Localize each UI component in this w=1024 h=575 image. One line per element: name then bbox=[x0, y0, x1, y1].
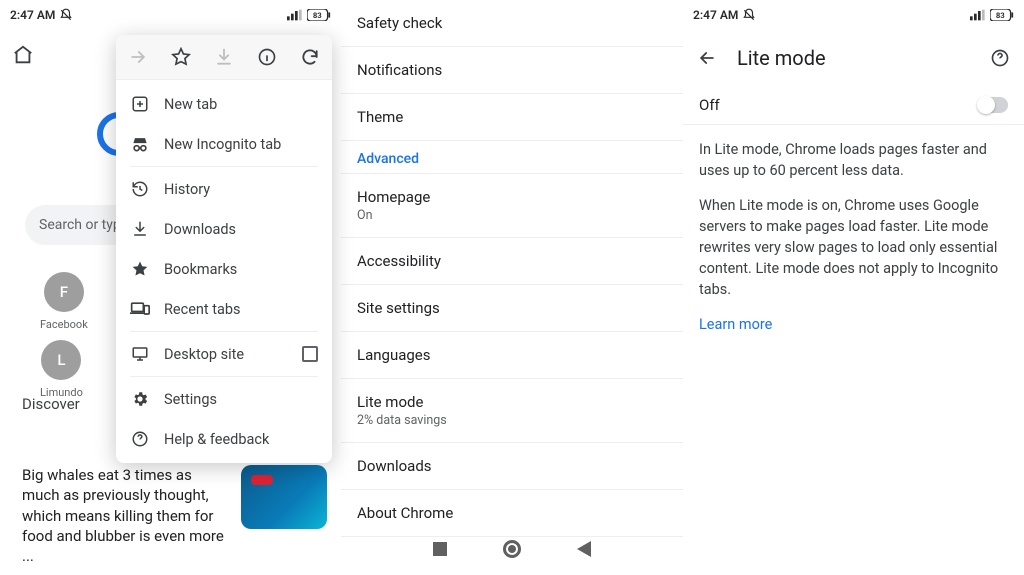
setting-homepage[interactable]: Homepage On bbox=[341, 174, 683, 238]
menu-recent-tabs[interactable]: Recent tabs bbox=[116, 289, 332, 329]
shortcut-limundo[interactable]: L Limundo bbox=[40, 340, 83, 399]
status-bar: 2:47 AM 83 bbox=[0, 0, 341, 30]
panel-chrome-home: 2:47 AM 83 Search or type F Facebook L L… bbox=[0, 0, 341, 575]
plus-square-icon bbox=[130, 94, 150, 114]
setting-downloads[interactable]: Downloads bbox=[341, 443, 683, 490]
battery-icon: 83 bbox=[307, 9, 331, 21]
setting-languages[interactable]: Languages bbox=[341, 332, 683, 379]
toggle-label: Off bbox=[699, 96, 720, 114]
help-icon[interactable] bbox=[990, 48, 1010, 68]
setting-safety-check[interactable]: Safety check bbox=[341, 0, 683, 47]
signal-icon bbox=[287, 9, 303, 21]
gear-icon bbox=[130, 389, 150, 409]
discover-article[interactable]: Big whales eat 3 times as much as previo… bbox=[22, 465, 327, 566]
menu-separator bbox=[130, 331, 318, 332]
star-icon[interactable] bbox=[159, 35, 202, 79]
forward-icon[interactable] bbox=[116, 35, 159, 79]
settings-section-advanced: Advanced bbox=[341, 141, 683, 174]
monitor-icon bbox=[130, 344, 150, 364]
menu-incognito[interactable]: New Incognito tab bbox=[116, 124, 332, 164]
menu-new-tab[interactable]: New tab bbox=[116, 84, 332, 124]
home-icon[interactable] bbox=[12, 44, 34, 66]
signal-icon bbox=[970, 9, 986, 21]
help-icon bbox=[130, 429, 150, 449]
menu-desktop-site[interactable]: Desktop site bbox=[116, 334, 332, 374]
menu-bookmarks[interactable]: Bookmarks bbox=[116, 249, 332, 289]
menu-downloads[interactable]: Downloads bbox=[116, 209, 332, 249]
setting-lite-mode[interactable]: Lite mode 2% data savings bbox=[341, 379, 683, 443]
svg-text:83: 83 bbox=[313, 11, 322, 20]
home-button[interactable] bbox=[503, 540, 521, 558]
discover-heading: Discover bbox=[22, 395, 80, 413]
dnd-icon bbox=[59, 8, 73, 22]
search-placeholder: Search or type bbox=[39, 217, 128, 233]
svg-text:83: 83 bbox=[996, 11, 1005, 20]
learn-more-link[interactable]: Learn more bbox=[699, 314, 1008, 335]
article-thumbnail bbox=[241, 465, 327, 529]
menu-help[interactable]: Help & feedback bbox=[116, 419, 332, 459]
status-time: 2:47 AM bbox=[10, 8, 55, 22]
lite-mode-description: In Lite mode, Chrome loads pages faster … bbox=[683, 125, 1024, 363]
panel-chrome-settings: Safety check Notifications Theme Advance… bbox=[341, 0, 683, 575]
dnd-icon bbox=[742, 8, 756, 22]
setting-site-settings[interactable]: Site settings bbox=[341, 285, 683, 332]
back-icon[interactable] bbox=[697, 48, 717, 68]
setting-notifications[interactable]: Notifications bbox=[341, 47, 683, 94]
shortcut-label: Facebook bbox=[40, 318, 88, 331]
status-bar: 2:47 AM 83 bbox=[683, 0, 1024, 30]
shortcut-avatar: F bbox=[44, 272, 84, 312]
article-headline: Big whales eat 3 times as much as previo… bbox=[22, 465, 231, 566]
back-button[interactable] bbox=[577, 541, 591, 557]
download-icon bbox=[130, 219, 150, 239]
desktop-site-checkbox[interactable] bbox=[302, 346, 318, 362]
setting-accessibility[interactable]: Accessibility bbox=[341, 238, 683, 285]
lite-mode-appbar: Lite mode bbox=[683, 30, 1024, 86]
lite-mode-toggle[interactable] bbox=[978, 97, 1008, 113]
menu-separator bbox=[130, 376, 318, 377]
info-icon[interactable] bbox=[246, 35, 289, 79]
menu-settings[interactable]: Settings bbox=[116, 379, 332, 419]
shortcut-facebook[interactable]: F Facebook bbox=[40, 272, 88, 331]
download-icon[interactable] bbox=[202, 35, 245, 79]
menu-history[interactable]: History bbox=[116, 169, 332, 209]
status-time: 2:47 AM bbox=[693, 8, 738, 22]
menu-separator bbox=[130, 166, 318, 167]
lite-mode-toggle-row[interactable]: Off bbox=[683, 86, 1024, 125]
setting-theme[interactable]: Theme bbox=[341, 94, 683, 141]
star-filled-icon bbox=[130, 259, 150, 279]
refresh-icon[interactable] bbox=[289, 35, 332, 79]
android-navbar bbox=[341, 529, 683, 569]
panel-lite-mode: 2:47 AM 83 Lite mode Off In Lite mode, C… bbox=[683, 0, 1024, 575]
recents-button[interactable] bbox=[433, 542, 447, 556]
incognito-icon bbox=[130, 134, 150, 154]
shortcut-avatar: L bbox=[41, 340, 81, 380]
devices-icon bbox=[130, 299, 150, 319]
battery-icon: 83 bbox=[990, 9, 1014, 21]
page-title: Lite mode bbox=[737, 46, 970, 70]
history-icon bbox=[130, 179, 150, 199]
overflow-menu: New tab New Incognito tab History Downlo… bbox=[116, 35, 332, 463]
